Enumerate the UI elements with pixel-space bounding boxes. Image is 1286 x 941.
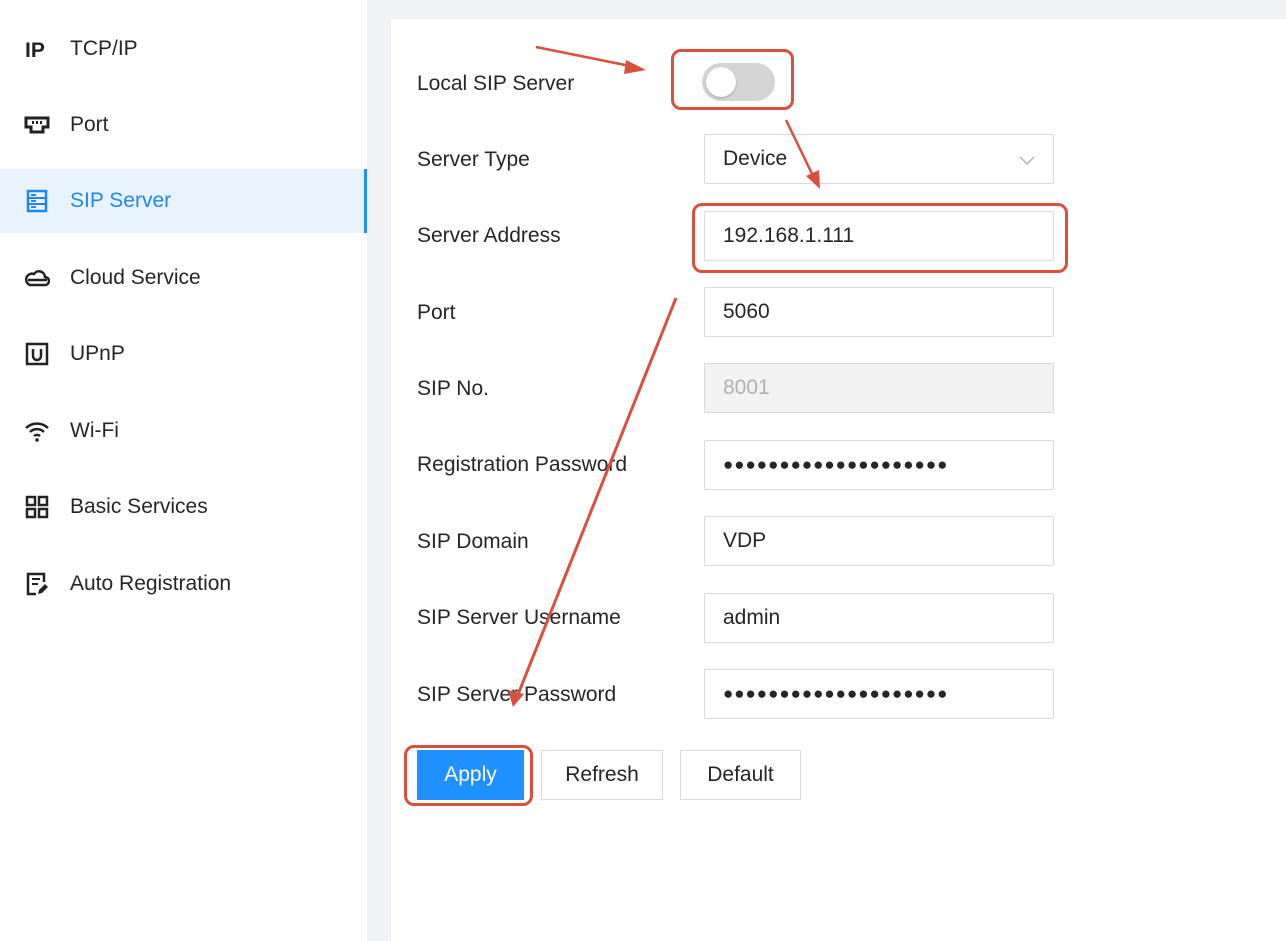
port-label: Port [417, 301, 456, 324]
sip-no-label: SIP No. [417, 377, 489, 400]
sip-server-username-label: SIP Server Username [417, 606, 621, 629]
grid-icon [24, 494, 50, 520]
sidebar-item-port[interactable]: Port [0, 93, 367, 157]
server-address-value: 192.168.1.111 [723, 224, 855, 247]
registration-password-input[interactable]: ●●●●●●●●●●●●●●●●●●●● [704, 440, 1054, 490]
sidebar-item-upnp[interactable]: UPnP [0, 322, 367, 386]
sidebar-item-label: Cloud Service [70, 266, 201, 289]
sidebar-item-sip-server[interactable]: SIP Server [0, 169, 367, 233]
sip-server-username-value: admin [723, 606, 781, 629]
server-type-value: Device [723, 147, 788, 170]
sidebar-item-label: SIP Server [70, 189, 172, 212]
sip-domain-value: VDP [723, 529, 767, 552]
refresh-button[interactable]: Refresh [541, 750, 663, 800]
sidebar: IP TCP/IP Port SIP Server Cloud Service … [0, 0, 367, 941]
top-gap [391, 0, 1286, 19]
divider [367, 0, 391, 941]
chevron-down-icon [1019, 156, 1035, 165]
sidebar-item-tcp-ip[interactable]: IP TCP/IP [0, 17, 367, 81]
sidebar-item-label: Basic Services [70, 495, 208, 518]
annotation-arrow [515, 297, 678, 698]
port-value: 5060 [723, 300, 770, 323]
sidebar-item-label: Port [70, 113, 109, 136]
toggle-knob [706, 67, 736, 97]
sip-server-username-input[interactable]: admin [704, 593, 1054, 643]
local-sip-server-label: Local SIP Server [417, 72, 575, 95]
port-icon [24, 112, 50, 138]
local-sip-server-toggle[interactable] [702, 63, 775, 101]
svg-text:IP: IP [25, 39, 45, 62]
server-address-input[interactable]: 192.168.1.111 [704, 211, 1054, 261]
wifi-icon [24, 418, 50, 444]
sip-domain-input[interactable]: VDP [704, 516, 1054, 566]
sidebar-item-label: Wi-Fi [70, 419, 119, 442]
sidebar-item-label: TCP/IP [70, 37, 138, 60]
sidebar-item-cloud-service[interactable]: Cloud Service [0, 246, 367, 310]
default-button[interactable]: Default [680, 750, 801, 800]
annotation-arrow [535, 45, 641, 70]
registration-password-value: ●●●●●●●●●●●●●●●●●●●● [723, 455, 949, 474]
sip-domain-label: SIP Domain [417, 530, 529, 553]
cloud-icon [24, 265, 50, 291]
sidebar-item-wi-fi[interactable]: Wi-Fi [0, 399, 367, 463]
registration-password-label: Registration Password [417, 453, 628, 476]
sip-server-password-label: SIP Server Password [417, 683, 617, 706]
server-address-label: Server Address [417, 224, 561, 247]
apply-button[interactable]: Apply [417, 750, 524, 800]
sidebar-item-auto-registration[interactable]: Auto Registration [0, 552, 367, 616]
sidebar-item-label: UPnP [70, 342, 125, 365]
sidebar-item-basic-services[interactable]: Basic Services [0, 475, 367, 539]
sip-no-value: 8001 [723, 376, 770, 399]
sip-server-password-input[interactable]: ●●●●●●●●●●●●●●●●●●●● [704, 669, 1054, 719]
sip-no-input: 8001 [704, 363, 1054, 413]
edit-document-icon [24, 571, 50, 597]
ip-icon: IP [24, 36, 50, 62]
annotation-arrow [624, 60, 646, 74]
sidebar-item-label: Auto Registration [70, 572, 232, 595]
upnp-icon [24, 341, 50, 367]
server-type-label: Server Type [417, 148, 530, 171]
server-type-select[interactable]: Device [704, 134, 1054, 184]
sip-server-password-value: ●●●●●●●●●●●●●●●●●●●● [723, 684, 949, 703]
server-icon [24, 188, 50, 214]
port-input[interactable]: 5060 [704, 287, 1054, 337]
